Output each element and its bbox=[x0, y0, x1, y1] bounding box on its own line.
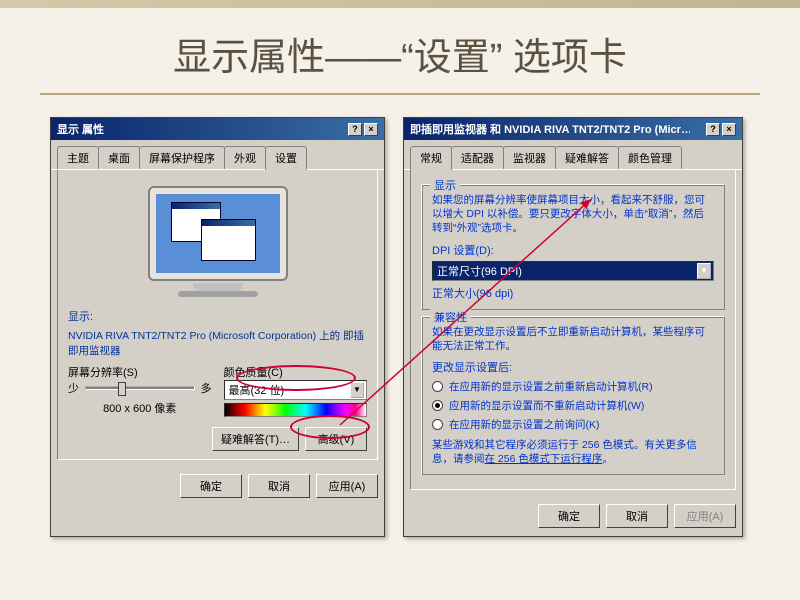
color-quality-label: 颜色质量(C) bbox=[224, 364, 368, 380]
radio-restart-label: 在应用新的显示设置之前重新启动计算机(R) bbox=[449, 379, 653, 394]
slide-top-accent bbox=[0, 0, 800, 8]
tab-body-left: 显示: NVIDIA RIVA TNT2/TNT2 Pro (Microsoft… bbox=[57, 170, 378, 460]
dpi-label: DPI 设置(D): bbox=[432, 242, 714, 258]
compat-group-title: 兼容性 bbox=[430, 309, 471, 325]
tab-appearance[interactable]: 外观 bbox=[224, 146, 266, 169]
titlebar-left: 显示 属性 ? × bbox=[51, 118, 384, 140]
titlebar-right: 即插即用监视器 和 NVIDIA RIVA TNT2/TNT2 Pro (Mic… bbox=[404, 118, 742, 140]
close-icon[interactable]: × bbox=[722, 123, 736, 136]
color-quality-dropdown[interactable]: 最高(32 位) ▼ bbox=[224, 380, 368, 400]
color-mode-link[interactable]: 在 256 色模式下运行程序 bbox=[485, 453, 603, 465]
close-icon[interactable]: × bbox=[364, 123, 378, 136]
tab-adapter[interactable]: 适配器 bbox=[451, 146, 504, 169]
color-quality-value: 最高(32 位) bbox=[229, 382, 285, 398]
compat-info-text: 如果在更改显示设置后不立即重新启动计算机，某些程序可能无法正常工作。 bbox=[432, 325, 714, 353]
color-strip bbox=[224, 403, 368, 417]
slider-min: 少 bbox=[68, 380, 79, 396]
display-info-text: 如果您的屏幕分辨率使屏幕项目太小，看起来不舒服，您可以增大 DPI 以补偿。要只… bbox=[432, 193, 714, 236]
radio-no-restart[interactable]: 应用新的显示设置而不重新启动计算机(W) bbox=[432, 398, 714, 413]
tab-desktop[interactable]: 桌面 bbox=[98, 146, 140, 169]
help-icon[interactable]: ? bbox=[348, 123, 362, 136]
apply-button[interactable]: 应用(A) bbox=[316, 474, 378, 498]
tab-body-right: 显示 如果您的屏幕分辨率使屏幕项目太小，看起来不舒服，您可以增大 DPI 以补偿… bbox=[410, 170, 736, 490]
radio-icon bbox=[432, 381, 443, 392]
chevron-down-icon: ▼ bbox=[350, 382, 364, 398]
radio-no-restart-label: 应用新的显示设置而不重新启动计算机(W) bbox=[449, 398, 644, 413]
ok-button[interactable]: 确定 bbox=[538, 504, 600, 528]
radio-icon bbox=[432, 419, 443, 430]
radio-ask[interactable]: 在应用新的显示设置之前询问(K) bbox=[432, 417, 714, 432]
troubleshoot-button[interactable]: 疑难解答(T)… bbox=[212, 427, 299, 451]
dpi-dropdown[interactable]: 正常尺寸(96 DPI) ▼ bbox=[432, 261, 714, 281]
radio-ask-label: 在应用新的显示设置之前询问(K) bbox=[449, 417, 600, 432]
titlebar-left-text: 显示 属性 bbox=[57, 121, 104, 137]
display-group-title: 显示 bbox=[430, 177, 460, 193]
radio-restart[interactable]: 在应用新的显示设置之前重新启动计算机(R) bbox=[432, 379, 714, 394]
slide-title: 显示属性——“设置” 选项卡 bbox=[0, 8, 800, 93]
apply-button[interactable]: 应用(A) bbox=[674, 504, 736, 528]
titlebar-right-text: 即插即用监视器 和 NVIDIA RIVA TNT2/TNT2 Pro (Mic… bbox=[410, 121, 690, 137]
resolution-value: 800 x 600 像素 bbox=[68, 400, 212, 416]
monitor-preview bbox=[68, 178, 367, 304]
tab-theme[interactable]: 主题 bbox=[57, 146, 99, 169]
help-icon[interactable]: ? bbox=[706, 123, 720, 136]
dpi-value: 正常尺寸(96 DPI) bbox=[437, 263, 522, 279]
ok-button[interactable]: 确定 bbox=[180, 474, 242, 498]
slider-max: 多 bbox=[201, 380, 212, 396]
tab-general[interactable]: 常规 bbox=[410, 146, 452, 170]
cancel-button[interactable]: 取消 bbox=[248, 474, 310, 498]
change-label: 更改显示设置后: bbox=[432, 359, 714, 375]
tab-troubleshoot[interactable]: 疑难解答 bbox=[555, 146, 619, 169]
games-text: 某些游戏和其它程序必须运行于 256 色模式。有关更多信息，请参阅在 256 色… bbox=[432, 438, 714, 466]
display-groupbox: 显示 如果您的屏幕分辨率使屏幕项目太小，看起来不舒服，您可以增大 DPI 以补偿… bbox=[421, 184, 725, 310]
tab-settings[interactable]: 设置 bbox=[265, 146, 307, 170]
chevron-down-icon: ▼ bbox=[697, 263, 711, 279]
advanced-button[interactable]: 高级(V) bbox=[305, 427, 367, 451]
resolution-slider[interactable] bbox=[85, 386, 195, 390]
tab-monitor[interactable]: 监视器 bbox=[503, 146, 556, 169]
display-value: NVIDIA RIVA TNT2/TNT2 Pro (Microsoft Cor… bbox=[68, 328, 367, 358]
dpi-normal-text: 正常大小(96 dpi) bbox=[432, 285, 714, 301]
tabs-right: 常规 适配器 监视器 疑难解答 颜色管理 bbox=[404, 140, 742, 170]
resolution-label: 屏幕分辨率(S) bbox=[68, 364, 212, 380]
tab-screensaver[interactable]: 屏幕保护程序 bbox=[139, 146, 225, 169]
tabs-left: 主题 桌面 屏幕保护程序 外观 设置 bbox=[51, 140, 384, 170]
advanced-properties-dialog: 即插即用监视器 和 NVIDIA RIVA TNT2/TNT2 Pro (Mic… bbox=[403, 117, 743, 537]
tab-color-mgmt[interactable]: 颜色管理 bbox=[618, 146, 682, 169]
dialogs-container: 显示 属性 ? × 主题 桌面 屏幕保护程序 外观 设置 bbox=[0, 95, 800, 559]
display-properties-dialog: 显示 属性 ? × 主题 桌面 屏幕保护程序 外观 设置 bbox=[50, 117, 385, 537]
radio-icon bbox=[432, 400, 443, 411]
display-label: 显示: bbox=[68, 308, 367, 324]
cancel-button[interactable]: 取消 bbox=[606, 504, 668, 528]
compat-groupbox: 兼容性 如果在更改显示设置后不立即重新启动计算机，某些程序可能无法正常工作。 更… bbox=[421, 316, 725, 476]
